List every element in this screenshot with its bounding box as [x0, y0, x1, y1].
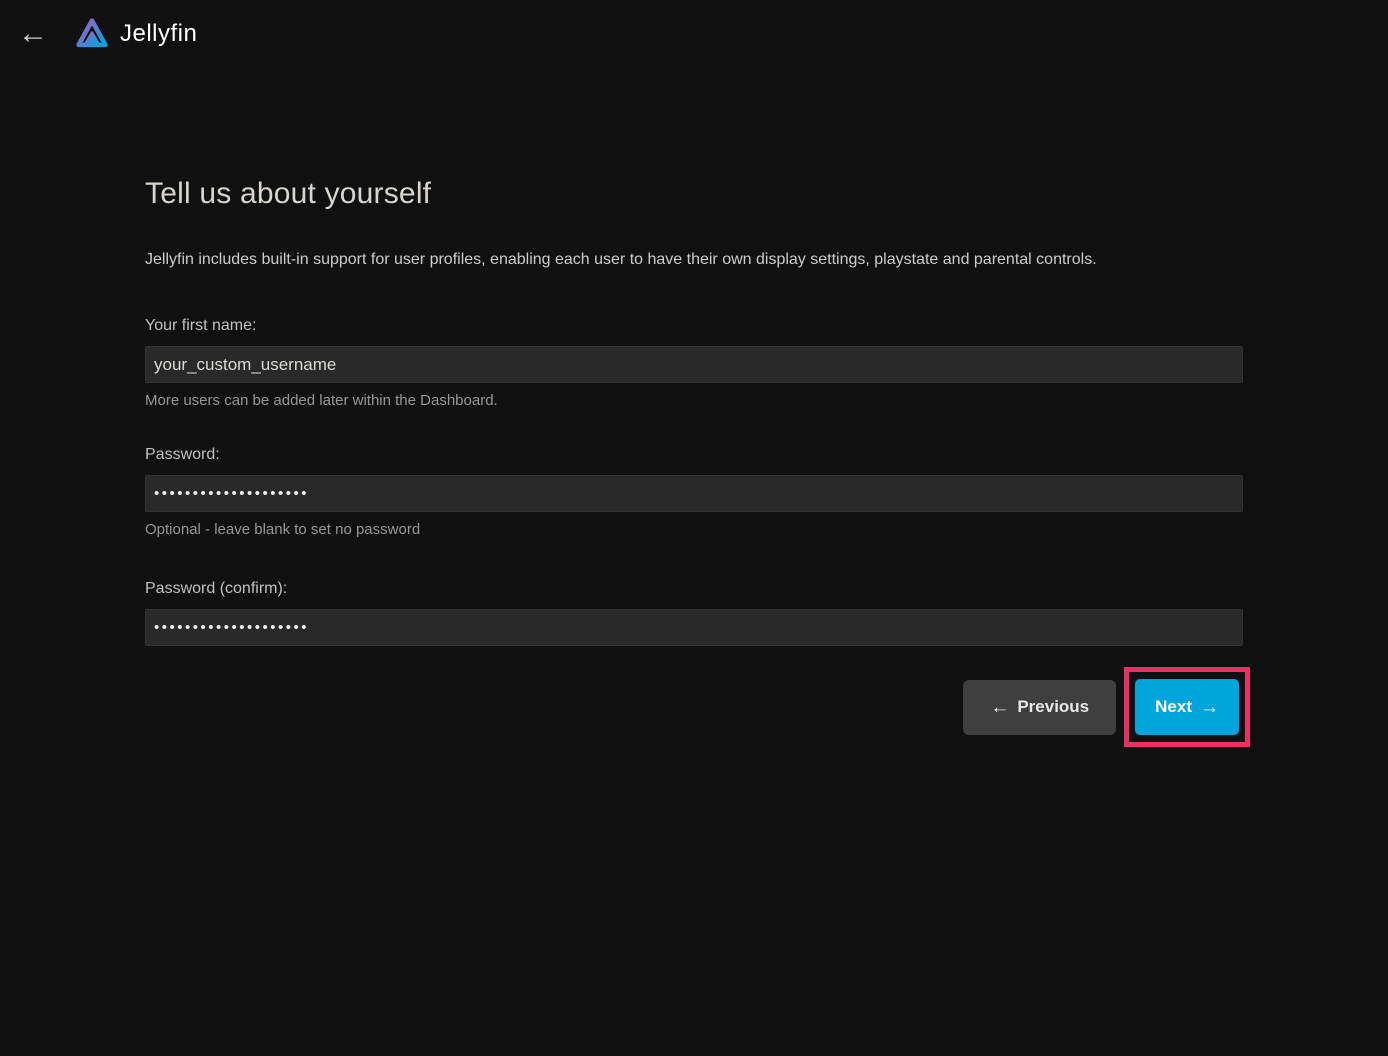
password-help: Optional - leave blank to set no passwor…	[145, 521, 1243, 538]
wizard-user-page: Tell us about yourself Jellyfin includes…	[145, 176, 1243, 747]
logo-text: Jellyfin	[120, 20, 197, 48]
password-confirm-group: Password (confirm):	[145, 580, 1243, 646]
password-confirm-input[interactable]	[145, 609, 1243, 646]
password-confirm-label: Password (confirm):	[145, 580, 1243, 597]
first-name-help: More users can be added later within the…	[145, 392, 1243, 409]
first-name-label: Your first name:	[145, 317, 1243, 334]
page-description: Jellyfin includes built-in support for u…	[145, 250, 1243, 269]
next-button-highlight-annotation: Next →	[1124, 667, 1250, 747]
password-group: Password: Optional - leave blank to set …	[145, 446, 1243, 538]
page-title: Tell us about yourself	[145, 176, 1243, 212]
first-name-input[interactable]	[145, 346, 1243, 383]
next-button-label: Next	[1155, 697, 1192, 717]
password-label: Password:	[145, 446, 1243, 463]
wizard-nav-buttons: ← Previous Next →	[145, 667, 1243, 747]
previous-button[interactable]: ← Previous	[963, 680, 1116, 735]
jellyfin-logo-icon	[74, 14, 110, 54]
password-input[interactable]	[145, 475, 1243, 512]
previous-button-label: Previous	[1017, 697, 1089, 717]
app-header: ← Jellyfin	[0, 0, 1388, 68]
arrow-right-icon: →	[1200, 698, 1219, 717]
first-name-group: Your first name: More users can be added…	[145, 317, 1243, 409]
back-arrow-icon[interactable]: ←	[18, 19, 52, 49]
arrow-left-icon: ←	[990, 698, 1009, 717]
next-button[interactable]: Next →	[1135, 679, 1239, 735]
